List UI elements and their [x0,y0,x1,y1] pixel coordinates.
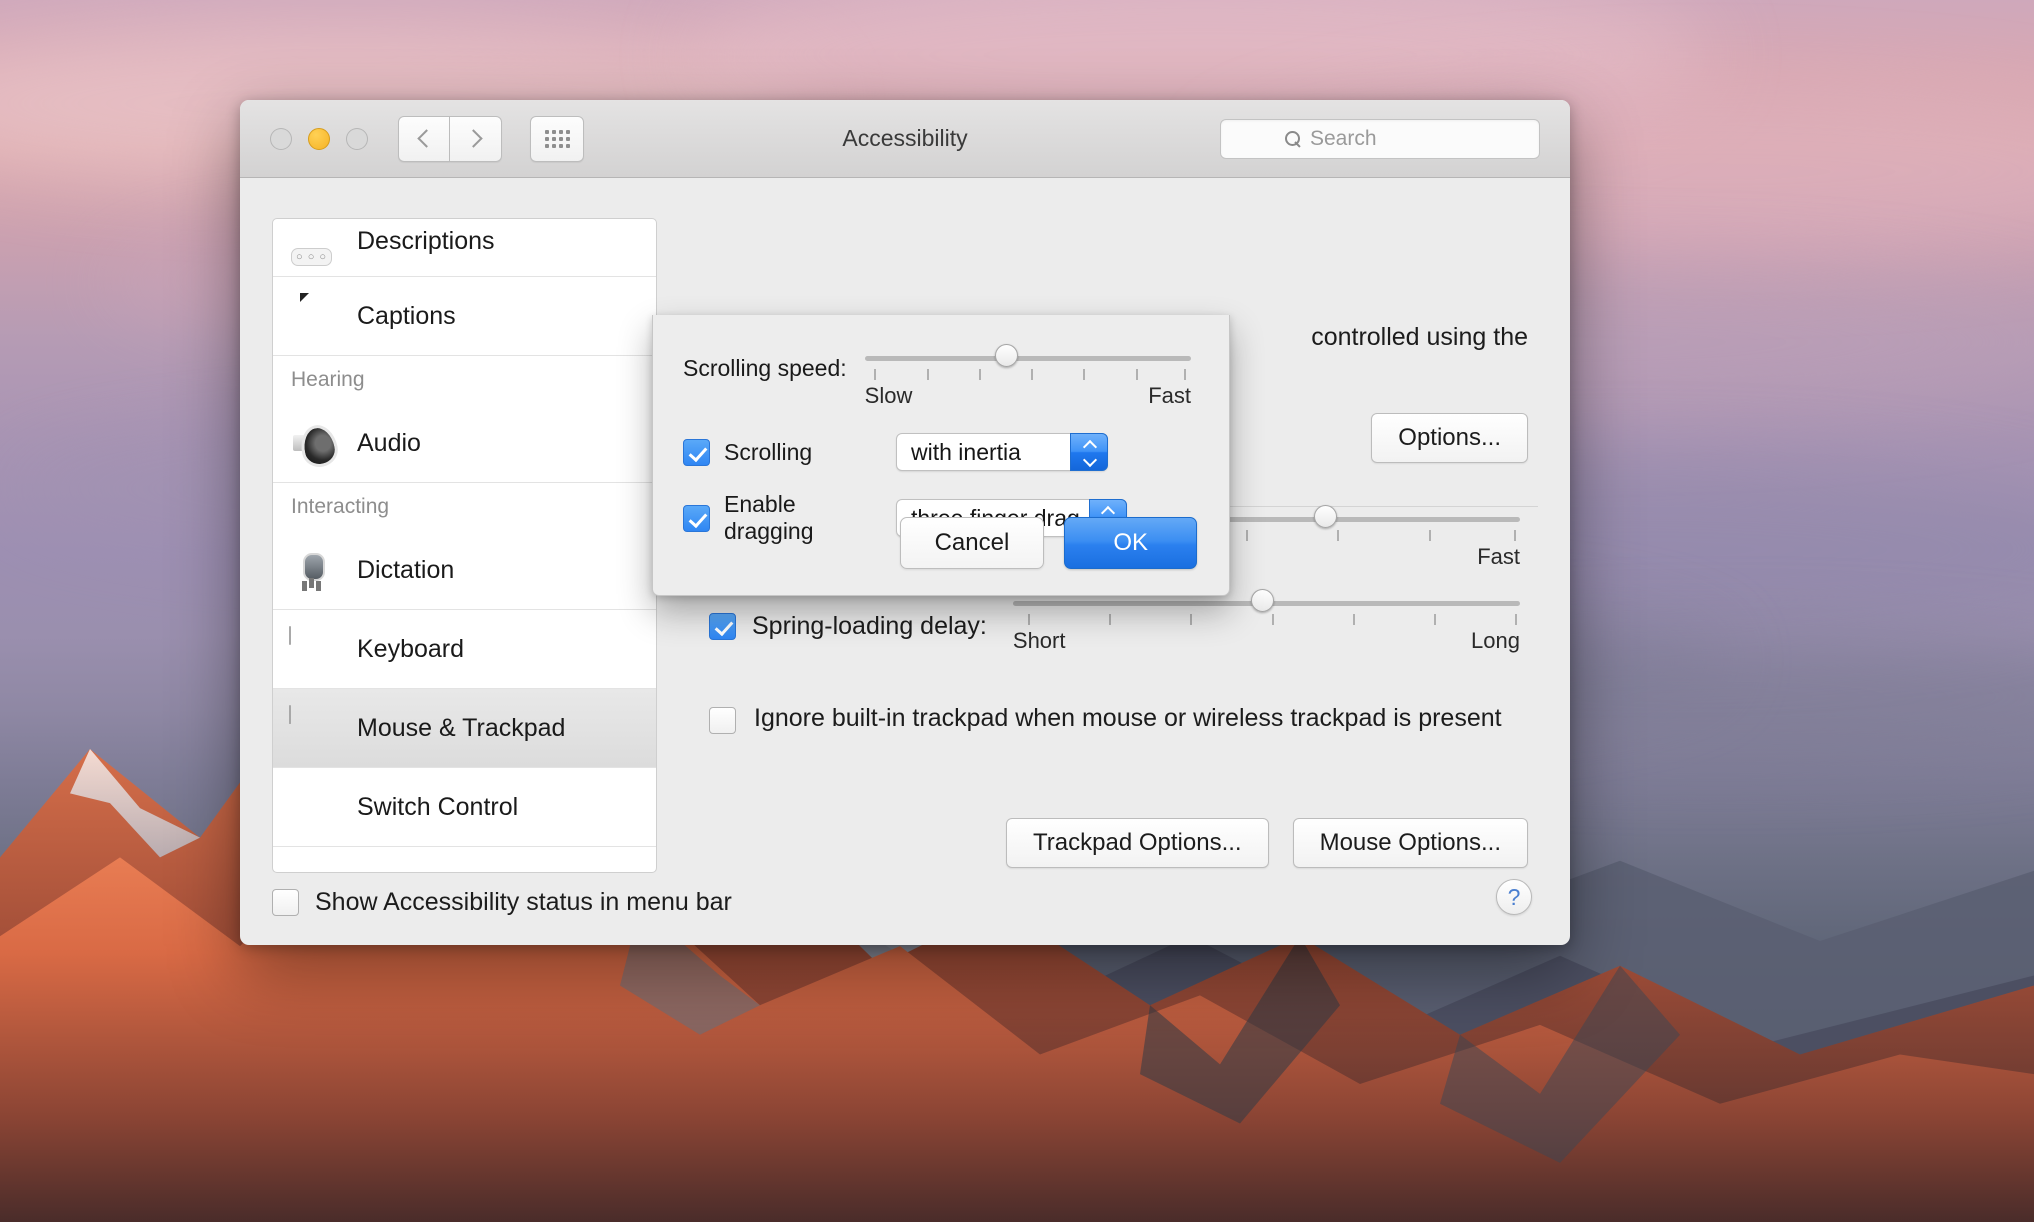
help-button[interactable]: ? [1496,879,1532,915]
sidebar-item-captions[interactable]: Captions [273,277,656,356]
dictation-icon [289,548,339,592]
slider-knob[interactable] [1314,505,1338,528]
window-titlebar: Accessibility Search [240,100,1570,178]
scrolling-speed-row: Scrolling speed: Slow Fast [683,344,1191,409]
slider-knob[interactable] [995,344,1019,367]
sidebar-item-dictation[interactable]: Dictation [273,531,656,610]
enable-dragging-label: Enable dragging [724,491,814,544]
accessibility-category-list[interactable]: Descriptions Captions Hearing Audio Inte… [272,218,657,873]
scrolling-label: Scrolling [724,438,813,465]
spring-loading-checkbox[interactable] [709,612,736,640]
sidebar-item-keyboard[interactable]: Keyboard [273,610,656,689]
scrolling-speed-slider[interactable] [864,344,1191,367]
pane-intro-text: controlled using the [1311,323,1528,351]
scrolling-row: Scrolling with inertia [683,433,1108,471]
sidebar-item-label: Keyboard [357,634,465,663]
audio-icon [289,421,339,465]
cancel-button[interactable]: Cancel [899,517,1045,569]
preferences-body: Descriptions Captions Hearing Audio Inte… [240,178,1570,945]
sidebar-item-label: Dictation [357,555,455,584]
system-preferences-window: Accessibility Search Descriptions Captio… [240,100,1570,945]
window-footer: Show Accessibility status in menu bar ? [240,845,1570,945]
slider-ticks [865,369,1191,383]
options-button[interactable]: Options... [1371,413,1528,463]
slider-track [864,356,1191,361]
sidebar-item-label: Descriptions [357,227,495,255]
show-status-label: Show Accessibility status in menu bar [315,888,732,916]
scrolling-checkbox[interactable] [683,438,710,466]
sidebar-item-label: Audio [357,428,421,457]
scrolling-mode-value: with inertia [911,438,1021,465]
chevron-right-icon [464,129,483,148]
captions-icon [289,294,339,338]
minimize-button-icon[interactable] [308,127,330,150]
sidebar-item-switch-control[interactable]: Switch Control [273,768,656,847]
slider-end-labels: Slow Fast [865,383,1191,409]
traffic-light-buttons [270,127,368,150]
speed-slow-label: Slow [864,383,913,408]
maximize-button-icon[interactable] [346,127,368,150]
chevron-down-icon [1084,455,1095,466]
spring-long-label: Long [1471,628,1520,653]
search-icon [1285,131,1300,146]
grid-icon [544,129,570,148]
ignore-trackpad-checkbox[interactable] [709,707,736,734]
descriptions-icon [289,220,339,264]
spring-loading-slider[interactable] [1012,589,1520,612]
show-status-checkbox[interactable] [272,889,299,916]
slider-knob[interactable] [1251,589,1275,612]
spring-short-label: Short [1012,628,1066,653]
search-placeholder: Search [1310,126,1377,150]
stepper-arrows-icon[interactable] [1070,433,1108,471]
ignore-trackpad-row: Ignore built-in trackpad when mouse or w… [709,703,1508,734]
sidebar-group-interacting: Interacting [291,495,390,518]
scrolling-mode-popup[interactable]: with inertia [896,433,1108,471]
speed-fast-label: Fast [1148,383,1191,408]
mouse-icon [289,705,339,750]
status-menubar-row: Show Accessibility status in menu bar [272,888,732,917]
navigation-buttons [398,115,502,162]
sidebar-item-label: Switch Control [357,792,519,821]
spring-loading-label: Spring-loading delay: [752,611,987,640]
sidebar-item-label: Captions [357,301,456,330]
switch-control-icon [289,785,339,829]
chevron-up-icon [1084,439,1095,450]
slider-max-label: Fast [1477,544,1520,569]
sheet-action-buttons: Cancel OK [899,517,1197,569]
trackpad-options-sheet: Scrolling speed: Slow Fast Scrolling wit… [652,315,1230,596]
forward-button[interactable] [450,115,502,162]
show-all-button[interactable] [530,115,584,162]
scrolling-speed-label: Scrolling speed: [683,355,847,381]
sidebar-item-audio[interactable]: Audio [273,404,656,483]
slider-end-labels: Short Long [1013,628,1520,654]
search-input[interactable]: Search [1220,118,1540,159]
close-button-icon[interactable] [270,127,292,150]
sidebar-item-mouse-and-trackpad[interactable]: Mouse & Trackpad [273,689,656,768]
sidebar-item-label: Mouse & Trackpad [357,713,566,742]
sidebar-group-hearing: Hearing [291,368,365,391]
chevron-left-icon [416,129,436,148]
back-button[interactable] [398,115,450,162]
ignore-trackpad-label: Ignore built-in trackpad when mouse or w… [754,704,1502,732]
spring-loading-row: Spring-loading delay: Short Long [709,589,1520,654]
slider-ticks [1013,614,1520,628]
enable-dragging-checkbox[interactable] [683,504,710,532]
ok-button[interactable]: OK [1064,517,1197,569]
sidebar-item-descriptions[interactable]: Descriptions [273,219,656,277]
keyboard-icon [289,626,339,671]
chevron-up-icon [1102,505,1113,516]
